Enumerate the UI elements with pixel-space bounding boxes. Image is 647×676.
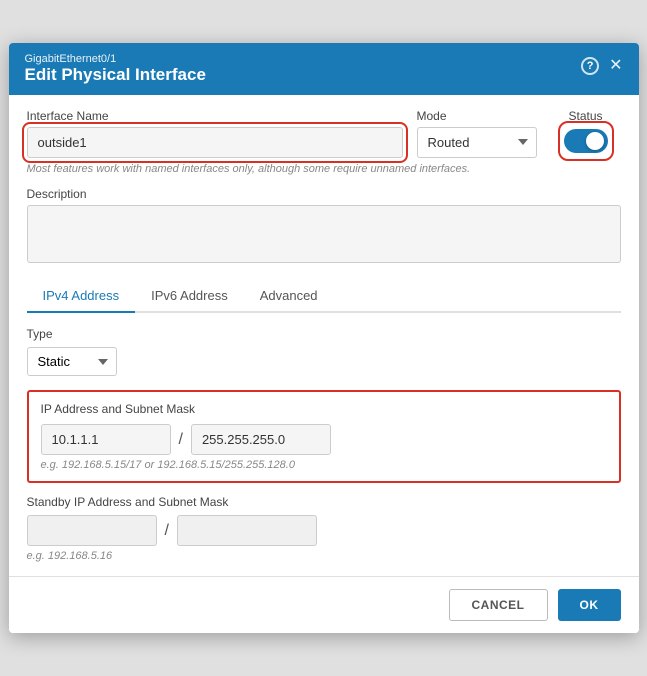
status-toggle[interactable] — [564, 129, 608, 153]
dialog-body: Interface Name Mode Routed Passive BVI S… — [9, 95, 639, 576]
description-textarea[interactable] — [27, 205, 621, 263]
standby-subnet-input[interactable] — [177, 515, 317, 546]
dialog-title: Edit Physical Interface — [25, 65, 206, 85]
ip-row: / — [41, 424, 607, 455]
title-block: GigabitEthernet0/1 Edit Physical Interfa… — [25, 53, 206, 85]
type-select[interactable]: Static DHCP PPPoE — [27, 347, 117, 376]
slash-separator: / — [179, 431, 183, 449]
hint-text: Most features work with named interfaces… — [27, 162, 621, 177]
interface-name-label: Interface Name — [27, 109, 403, 123]
close-button[interactable]: ✕ — [609, 58, 622, 74]
ip-hint: e.g. 192.168.5.15/17 or 192.168.5.15/255… — [41, 459, 607, 471]
standby-section: Standby IP Address and Subnet Mask / e.g… — [27, 495, 621, 562]
toggle-slider — [564, 129, 608, 153]
status-label: Status — [568, 109, 602, 123]
dialog-subtitle: GigabitEthernet0/1 — [25, 53, 206, 65]
tab-advanced[interactable]: Advanced — [244, 280, 334, 313]
header-icons: ? ✕ — [581, 57, 622, 75]
status-toggle-wrapper — [564, 127, 608, 155]
tabs: IPv4 Address IPv6 Address Advanced — [27, 280, 621, 313]
type-label: Type — [27, 327, 621, 341]
edit-interface-dialog: GigabitEthernet0/1 Edit Physical Interfa… — [9, 43, 639, 633]
standby-slash: / — [165, 522, 169, 540]
interface-name-outline — [27, 127, 403, 158]
standby-row: / — [27, 515, 621, 546]
dialog-header: GigabitEthernet0/1 Edit Physical Interfa… — [9, 43, 639, 95]
type-wrapper: Type Static DHCP PPPoE — [27, 327, 621, 376]
status-group: Status — [551, 109, 621, 155]
ip-section-label: IP Address and Subnet Mask — [41, 402, 607, 416]
cancel-button[interactable]: CANCEL — [449, 589, 548, 621]
help-icon[interactable]: ? — [581, 57, 599, 75]
mode-select[interactable]: Routed Passive BVI — [417, 127, 537, 158]
ip-section: IP Address and Subnet Mask / e.g. 192.16… — [27, 390, 621, 483]
interface-name-group: Interface Name — [27, 109, 403, 158]
mode-group: Mode Routed Passive BVI — [417, 109, 537, 158]
standby-ip-input[interactable] — [27, 515, 157, 546]
standby-hint: e.g. 192.168.5.16 — [27, 550, 621, 562]
standby-label: Standby IP Address and Subnet Mask — [27, 495, 621, 509]
top-row: Interface Name Mode Routed Passive BVI S… — [27, 109, 621, 158]
tab-ipv6[interactable]: IPv6 Address — [135, 280, 244, 313]
mode-label: Mode — [417, 109, 537, 123]
dialog-footer: CANCEL OK — [9, 576, 639, 633]
ip-address-input[interactable] — [41, 424, 171, 455]
description-label: Description — [27, 187, 621, 201]
ok-button[interactable]: OK — [558, 589, 621, 621]
subnet-mask-input[interactable] — [191, 424, 331, 455]
tab-ipv4[interactable]: IPv4 Address — [27, 280, 136, 313]
interface-name-input[interactable] — [27, 127, 403, 158]
